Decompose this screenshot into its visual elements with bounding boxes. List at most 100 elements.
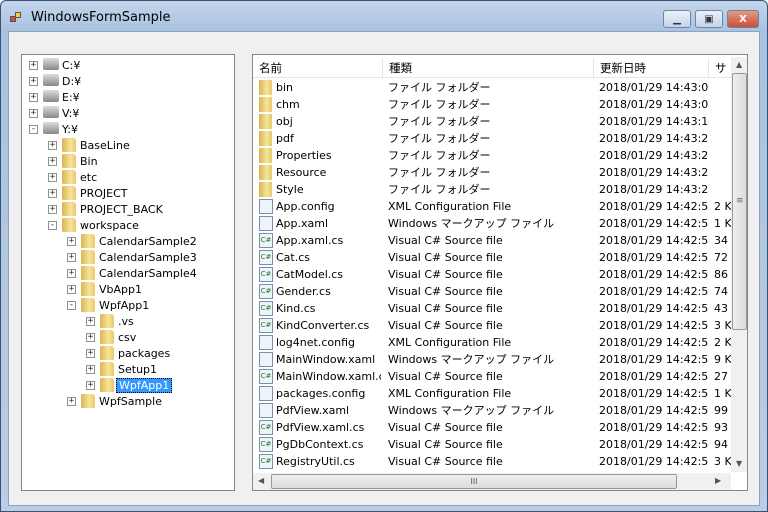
tree-node-label[interactable]: WpfApp1: [116, 377, 173, 393]
tree-node[interactable]: + CalendarSample4: [22, 265, 234, 281]
list-row[interactable]: C# KindConverter.cs Visual C# Source file 2…: [253, 317, 731, 334]
tree-node[interactable]: + VbApp1: [22, 281, 234, 297]
tree-node-label[interactable]: BaseLine: [78, 139, 132, 152]
scroll-left-arrow[interactable]: ◀: [258, 476, 264, 485]
tree-node[interactable]: + Bin: [22, 153, 234, 169]
column-header-type[interactable]: 種類: [383, 58, 594, 78]
list-row[interactable]: chm ファイル フォルダー 2018/01/29 14:43:03: [253, 96, 731, 113]
list-row[interactable]: Properties ファイル フォルダー 2018/01/29 14:43:21: [253, 147, 731, 164]
folder-tree[interactable]: + C:¥ + D:¥ + E:¥ + V:¥ - Y:¥ + BaseLine + Bin + etc + PR…: [21, 54, 235, 491]
expand-icon[interactable]: +: [67, 397, 76, 406]
tree-node[interactable]: - WpfApp1: [22, 297, 234, 313]
tree-node-label[interactable]: WpfApp1: [97, 299, 151, 312]
expand-icon[interactable]: +: [67, 285, 76, 294]
tree-node-label[interactable]: CalendarSample2: [97, 235, 199, 248]
expand-icon[interactable]: +: [29, 109, 38, 118]
list-row[interactable]: packages.config XML Configuration File 201…: [253, 385, 731, 402]
list-row[interactable]: MainWindow.xaml Windows マークアップ ファイル 2018/0…: [253, 351, 731, 368]
scroll-up-arrow[interactable]: ▲: [736, 60, 742, 69]
tree-node[interactable]: + packages: [22, 345, 234, 361]
tree-node-label[interactable]: PROJECT: [78, 187, 130, 200]
scroll-right-arrow[interactable]: ▶: [715, 476, 721, 485]
tree-node-label[interactable]: Y:¥: [60, 123, 80, 136]
list-row[interactable]: C# RegistryUtil.cs Visual C# Source file 20…: [253, 453, 731, 470]
tree-node-label[interactable]: D:¥: [60, 75, 83, 88]
list-row[interactable]: App.config XML Configuration File 2018/01/…: [253, 198, 731, 215]
tree-node[interactable]: + Setup1: [22, 361, 234, 377]
tree-node[interactable]: + CalendarSample2: [22, 233, 234, 249]
tree-node[interactable]: + PROJECT_BACK: [22, 201, 234, 217]
tree-node-label[interactable]: etc: [78, 171, 99, 184]
vertical-scrollbar[interactable]: ▲ ≡ ▼: [731, 57, 747, 472]
collapse-icon[interactable]: -: [29, 125, 38, 134]
tree-node-label[interactable]: C:¥: [60, 59, 82, 72]
file-list[interactable]: 名前 種類 更新日時 サ bin ファイル フォルダー 2018/01/29 14:…: [252, 54, 748, 491]
tree-node-label[interactable]: CalendarSample4: [97, 267, 199, 280]
tree-node-label[interactable]: workspace: [78, 219, 141, 232]
list-row[interactable]: C# PgDbContext.cs Visual C# Source file 201…: [253, 436, 731, 453]
tree-node[interactable]: + V:¥: [22, 105, 234, 121]
expand-icon[interactable]: +: [67, 237, 76, 246]
column-header-date[interactable]: 更新日時: [594, 58, 709, 78]
expand-icon[interactable]: +: [48, 205, 57, 214]
expand-icon[interactable]: +: [86, 365, 95, 374]
tree-node-label[interactable]: Setup1: [116, 363, 159, 376]
tree-node-label[interactable]: .vs: [116, 315, 136, 328]
tree-node[interactable]: - workspace: [22, 217, 234, 233]
horizontal-scroll-thumb[interactable]: III: [271, 474, 677, 489]
list-row[interactable]: obj ファイル フォルダー 2018/01/29 14:43:14: [253, 113, 731, 130]
expand-icon[interactable]: +: [48, 173, 57, 182]
tree-node-label[interactable]: CalendarSample3: [97, 251, 199, 264]
expand-icon[interactable]: +: [86, 349, 95, 358]
tree-node[interactable]: + etc: [22, 169, 234, 185]
list-row[interactable]: Style ファイル フォルダー 2018/01/29 14:43:22: [253, 181, 731, 198]
vertical-scroll-thumb[interactable]: ≡: [732, 73, 747, 330]
expand-icon[interactable]: +: [67, 253, 76, 262]
minimize-button[interactable]: ▁: [663, 10, 691, 28]
tree-node-label[interactable]: V:¥: [60, 107, 81, 120]
tree-node[interactable]: + WpfSample: [22, 393, 234, 409]
tree-node[interactable]: + E:¥: [22, 89, 234, 105]
horizontal-scrollbar[interactable]: ◀ III ▶: [253, 473, 731, 490]
expand-icon[interactable]: +: [48, 189, 57, 198]
list-row[interactable]: bin ファイル フォルダー 2018/01/29 14:43:03: [253, 79, 731, 96]
maximize-button[interactable]: ▣: [695, 10, 723, 28]
list-row[interactable]: App.xaml Windows マークアップ ファイル 2018/01/29 14…: [253, 215, 731, 232]
expand-icon[interactable]: +: [29, 77, 38, 86]
tree-node[interactable]: + C:¥: [22, 57, 234, 73]
list-row[interactable]: C# App.xaml.cs Visual C# Source file 2018/0…: [253, 232, 731, 249]
tree-node-label[interactable]: E:¥: [60, 91, 82, 104]
tree-node-label[interactable]: PROJECT_BACK: [78, 203, 165, 216]
tree-node[interactable]: + BaseLine: [22, 137, 234, 153]
tree-node[interactable]: + csv: [22, 329, 234, 345]
collapse-icon[interactable]: -: [48, 221, 57, 230]
expand-icon[interactable]: +: [29, 93, 38, 102]
list-row[interactable]: log4net.config XML Configuration File 2018…: [253, 334, 731, 351]
collapse-icon[interactable]: -: [67, 301, 76, 310]
close-button[interactable]: X: [727, 10, 759, 28]
expand-icon[interactable]: +: [48, 157, 57, 166]
expand-icon[interactable]: +: [86, 333, 95, 342]
list-row[interactable]: Resource ファイル フォルダー 2018/01/29 14:43:21: [253, 164, 731, 181]
list-row[interactable]: PdfView.xaml Windows マークアップ ファイル 2018/01/2…: [253, 402, 731, 419]
expand-icon[interactable]: +: [86, 381, 95, 390]
tree-node[interactable]: + WpfApp1: [22, 377, 234, 393]
list-row[interactable]: C# Gender.cs Visual C# Source file 2018/01/…: [253, 283, 731, 300]
column-header-name[interactable]: 名前: [253, 58, 383, 78]
column-header-size[interactable]: サ: [709, 58, 731, 78]
expand-icon[interactable]: +: [29, 61, 38, 70]
tree-node-label[interactable]: WpfSample: [97, 395, 164, 408]
expand-icon[interactable]: +: [48, 141, 57, 150]
tree-node[interactable]: - Y:¥: [22, 121, 234, 137]
list-row[interactable]: C# MainWindow.xaml.cs Visual C# Source fil…: [253, 368, 731, 385]
tree-node[interactable]: + CalendarSample3: [22, 249, 234, 265]
tree-node[interactable]: + D:¥: [22, 73, 234, 89]
expand-icon[interactable]: +: [67, 269, 76, 278]
tree-node-label[interactable]: packages: [116, 347, 172, 360]
tree-node[interactable]: + PROJECT: [22, 185, 234, 201]
expand-icon[interactable]: +: [86, 317, 95, 326]
tree-node[interactable]: + .vs: [22, 313, 234, 329]
tree-node-label[interactable]: Bin: [78, 155, 100, 168]
scroll-down-arrow[interactable]: ▼: [736, 459, 742, 468]
list-row[interactable]: C# Kind.cs Visual C# Source file 2018/01/29…: [253, 300, 731, 317]
